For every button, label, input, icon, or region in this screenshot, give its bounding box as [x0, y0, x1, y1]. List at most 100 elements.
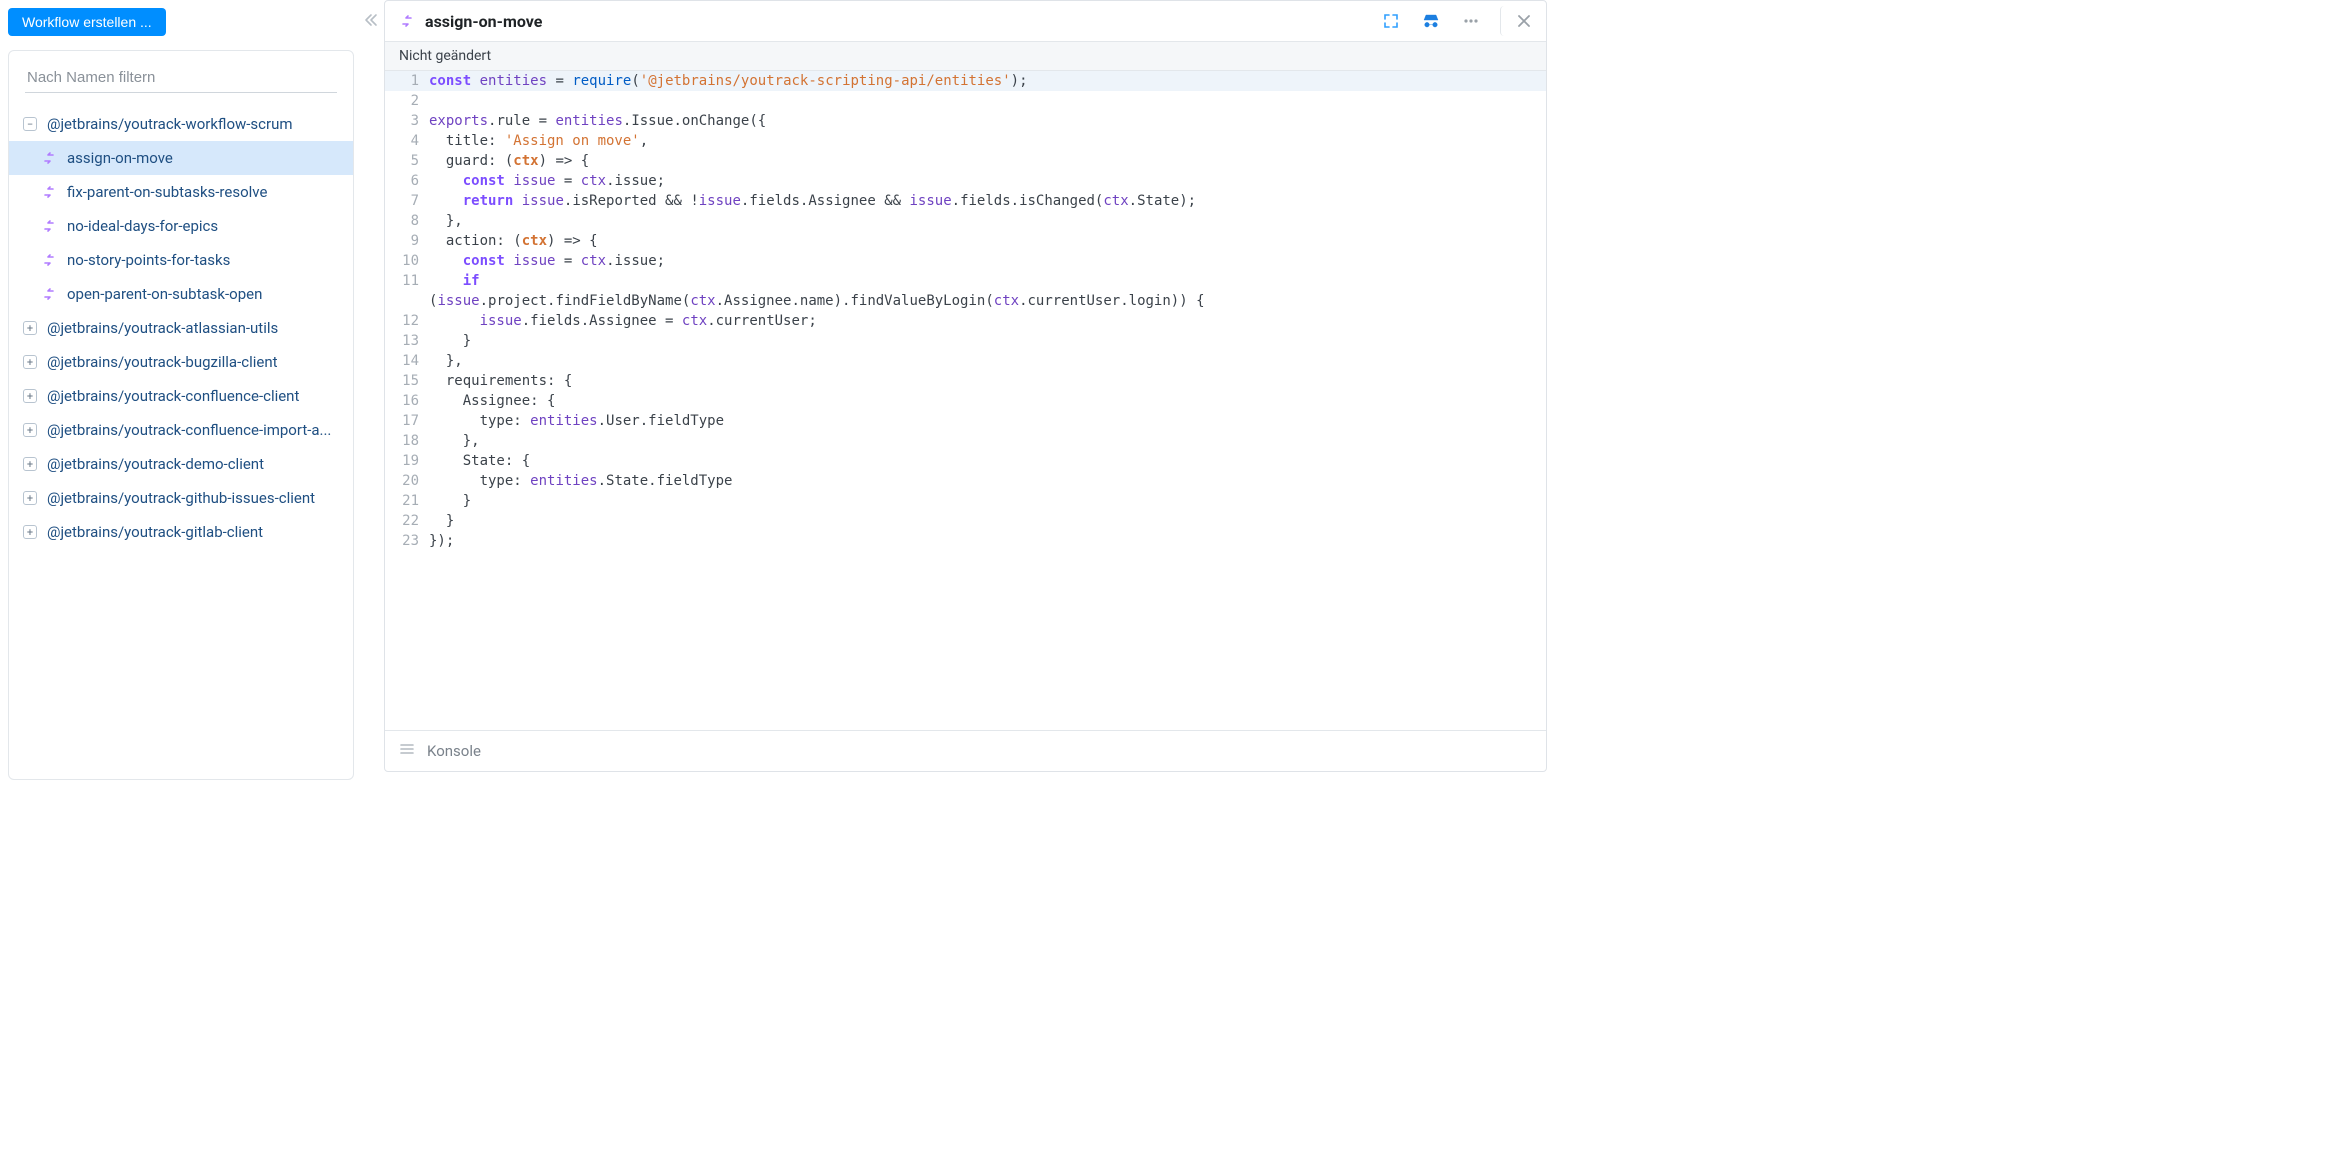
workflow-rule[interactable]: no-story-points-for-tasks [9, 243, 353, 277]
code-line: 15 requirements: { [385, 371, 1546, 391]
code-content: return issue.isReported && !issue.fields… [427, 191, 1196, 211]
line-number [385, 291, 427, 311]
line-number: 21 [385, 491, 427, 511]
expand-icon [1383, 13, 1399, 29]
workflow-rule[interactable]: assign-on-move [9, 141, 353, 175]
line-number: 10 [385, 251, 427, 271]
code-content: }, [427, 351, 463, 371]
workflow-group[interactable]: + @jetbrains/youtrack-github-issues-clien… [9, 481, 353, 515]
workflow-rule-label: no-story-points-for-tasks [67, 251, 230, 269]
create-workflow-button[interactable]: Workflow erstellen ... [8, 8, 166, 36]
collapse-sidebar-button[interactable] [362, 0, 380, 780]
workflow-group[interactable]: + @jetbrains/youtrack-demo-client [9, 447, 353, 481]
workflow-group[interactable]: +@jetbrains/youtrack-confluence-client [9, 379, 353, 413]
expand-icon[interactable]: + [23, 389, 37, 403]
code-content: } [427, 491, 471, 511]
code-line: 13 } [385, 331, 1546, 351]
code-content: type: entities.State.fieldType [427, 471, 732, 491]
expand-icon[interactable]: + [23, 423, 37, 437]
workflow-group-label: @jetbrains/youtrack-gitlab-client [47, 523, 263, 541]
line-number: 23 [385, 531, 427, 551]
expand-icon[interactable]: + [23, 525, 37, 539]
line-number: 16 [385, 391, 427, 411]
expand-icon[interactable]: + [23, 457, 37, 471]
code-line: 18 }, [385, 431, 1546, 451]
line-number: 7 [385, 191, 427, 211]
workflow-tree: −@jetbrains/youtrack-workflow-scrumassig… [9, 101, 353, 549]
code-line: 22 } [385, 511, 1546, 531]
line-number: 17 [385, 411, 427, 431]
line-number: 2 [385, 91, 427, 111]
expand-icon[interactable]: + [23, 355, 37, 369]
code-editor[interactable]: 1const entities = require('@jetbrains/yo… [385, 71, 1546, 730]
code-content: type: entities.User.fieldType [427, 411, 724, 431]
code-line: 7 return issue.isReported && !issue.fiel… [385, 191, 1546, 211]
code-content: }, [427, 211, 463, 231]
code-line: 17 type: entities.User.fieldType [385, 411, 1546, 431]
workflow-group[interactable]: + @jetbrains/youtrack-bugzilla-client [9, 345, 353, 379]
close-editor-button[interactable] [1500, 6, 1538, 36]
code-content: requirements: { [427, 371, 572, 391]
expand-icon[interactable]: + [23, 491, 37, 505]
line-number: 8 [385, 211, 427, 231]
code-content: }); [427, 531, 454, 551]
workflow-rule[interactable]: no-ideal-days-for-epics [9, 209, 353, 243]
workflow-group-label: @jetbrains/youtrack-confluence-import-a.… [47, 421, 331, 439]
code-line: 6 const issue = ctx.issue; [385, 171, 1546, 191]
workflow-group-label: @jetbrains/youtrack-github-issues-client [47, 489, 315, 507]
workflow-group-label: @jetbrains/youtrack-atlassian-utils [47, 319, 278, 337]
code-content: } [427, 331, 471, 351]
code-content: guard: (ctx) => { [427, 151, 589, 171]
code-line: 23}); [385, 531, 1546, 551]
incognito-button[interactable] [1416, 6, 1446, 36]
code-line: 21 } [385, 491, 1546, 511]
workflow-rule[interactable]: fix-parent-on-subtasks-resolve [9, 175, 353, 209]
workflow-rule[interactable]: open-parent-on-subtask-open [9, 277, 353, 311]
more-actions-button[interactable] [1456, 6, 1486, 36]
expand-icon[interactable]: + [23, 321, 37, 335]
incognito-icon [1421, 11, 1441, 31]
workflow-rule-label: no-ideal-days-for-epics [67, 217, 218, 235]
code-line: 5 guard: (ctx) => { [385, 151, 1546, 171]
workflow-group-label: @jetbrains/youtrack-bugzilla-client [47, 353, 278, 371]
rule-icon [41, 218, 57, 234]
workflow-rule-label: open-parent-on-subtask-open [67, 285, 262, 303]
line-number: 6 [385, 171, 427, 191]
rule-icon [41, 150, 57, 166]
code-content [427, 91, 429, 111]
rule-icon [399, 13, 415, 29]
chevron-double-left-icon [363, 12, 379, 28]
workflow-group[interactable]: + @jetbrains/youtrack-gitlab-client [9, 515, 353, 549]
line-number: 5 [385, 151, 427, 171]
code-content: title: 'Assign on move', [427, 131, 648, 151]
workflow-rule-label: fix-parent-on-subtasks-resolve [67, 183, 267, 201]
code-line: 2 [385, 91, 1546, 111]
code-line: 4 title: 'Assign on move', [385, 131, 1546, 151]
workflow-group[interactable]: + @jetbrains/youtrack-confluence-import-a… [9, 413, 353, 447]
console-toggle[interactable]: Konsole [385, 730, 1546, 771]
editor-column: assign-on-move Nicht geändert 1const ent… [380, 0, 1555, 780]
code-line: 19 State: { [385, 451, 1546, 471]
collapse-icon[interactable]: − [23, 117, 37, 131]
code-line: 8 }, [385, 211, 1546, 231]
workflow-group-label: @jetbrains/youtrack-demo-client [47, 455, 264, 473]
filter-input[interactable] [25, 63, 337, 93]
rule-icon [41, 286, 57, 302]
code-line: 11 if [385, 271, 1546, 291]
workflow-group[interactable]: −@jetbrains/youtrack-workflow-scrum [9, 107, 353, 141]
code-line: 9 action: (ctx) => { [385, 231, 1546, 251]
console-icon [399, 741, 415, 761]
line-number: 20 [385, 471, 427, 491]
code-content: (issue.project.findFieldByName(ctx.Assig… [427, 291, 1205, 311]
code-content: }, [427, 431, 480, 451]
line-number: 14 [385, 351, 427, 371]
line-number: 9 [385, 231, 427, 251]
editor-status-bar: Nicht geändert [385, 41, 1546, 71]
code-line: (issue.project.findFieldByName(ctx.Assig… [385, 291, 1546, 311]
console-label: Konsole [427, 742, 481, 760]
code-line: 3exports.rule = entities.Issue.onChange(… [385, 111, 1546, 131]
workflow-group[interactable]: + @jetbrains/youtrack-atlassian-utils [9, 311, 353, 345]
expand-button[interactable] [1376, 6, 1406, 36]
line-number: 13 [385, 331, 427, 351]
code-line: 10 const issue = ctx.issue; [385, 251, 1546, 271]
